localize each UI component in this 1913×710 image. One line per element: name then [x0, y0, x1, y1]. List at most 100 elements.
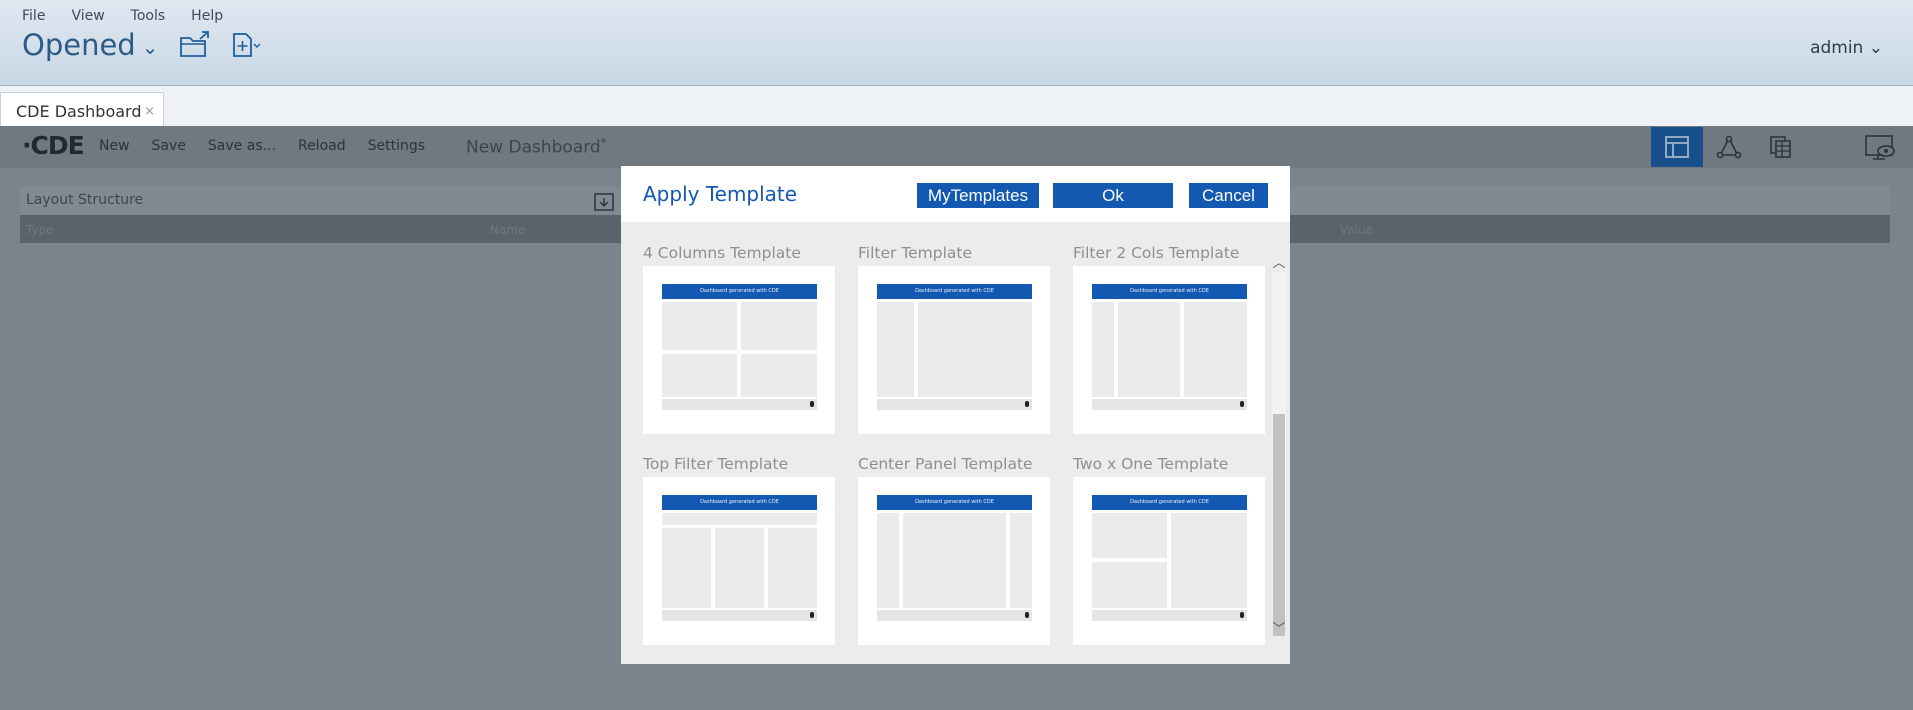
- template-item[interactable]: Top Filter Template Dashboard generated …: [643, 455, 835, 645]
- thumbnail-footer: [1092, 610, 1247, 621]
- layout-structure-title: Layout Structure: [26, 192, 144, 208]
- chevron-down-icon: ⌄: [141, 35, 159, 59]
- thumbnail-header: Dashboard generated with CDE: [1092, 284, 1247, 299]
- template-item[interactable]: 4 Columns Template Dashboard generated w…: [643, 244, 835, 434]
- ok-button[interactable]: Ok: [1053, 183, 1173, 208]
- template-thumbnail[interactable]: Dashboard generated with CDE: [858, 477, 1050, 645]
- thumbnail-block: [741, 354, 817, 397]
- template-name: Top Filter Template: [643, 455, 789, 473]
- gallery-scrollbar[interactable]: ︿ ﹀: [1272, 252, 1286, 637]
- thumbnail-block: [715, 528, 764, 608]
- template-item[interactable]: Center Panel Template Dashboard generate…: [858, 455, 1050, 645]
- thumbnail-preview: Dashboard generated with CDE: [1092, 284, 1247, 414]
- template-item[interactable]: Filter Template Dashboard generated with…: [858, 244, 1050, 434]
- apply-template-dialog: Apply Template MyTemplates Ok Cancel 4 C…: [621, 166, 1290, 664]
- thumbnail-block: [918, 302, 1032, 397]
- menu-file[interactable]: File: [22, 8, 45, 24]
- footer-icon: [1025, 401, 1029, 407]
- thumbnail-footer: [1092, 399, 1247, 410]
- template-gallery: 4 Columns Template Dashboard generated w…: [621, 222, 1290, 664]
- close-icon[interactable]: ×: [144, 104, 155, 119]
- menu-bar: File View Tools Help: [22, 8, 223, 24]
- thumbnail-header: Dashboard generated with CDE: [662, 284, 817, 299]
- thumbnail-block: [1184, 302, 1247, 397]
- thumbnail-block: [662, 528, 711, 608]
- template-thumbnail[interactable]: Dashboard generated with CDE: [858, 266, 1050, 434]
- settings-button[interactable]: Settings: [368, 138, 425, 154]
- footer-icon: [810, 612, 814, 618]
- new-file-icon[interactable]: [228, 30, 262, 60]
- thumbnail-block: [1010, 513, 1032, 608]
- username: admin: [1810, 38, 1864, 58]
- template-item[interactable]: Two x One Template Dashboard generated w…: [1073, 455, 1265, 645]
- menu-view[interactable]: View: [71, 8, 104, 24]
- thumbnail-footer: [662, 399, 817, 410]
- thumbnail-preview: Dashboard generated with CDE: [1092, 495, 1247, 625]
- tab-cde-dashboard[interactable]: CDE Dashboard ×: [0, 92, 164, 126]
- opened-dropdown[interactable]: Opened ⌄: [22, 28, 158, 62]
- reload-button[interactable]: Reload: [298, 138, 346, 154]
- thumbnail-block: [662, 354, 737, 397]
- thumbnail-header: Dashboard generated with CDE: [662, 495, 817, 510]
- thumbnail-block: [1092, 562, 1167, 608]
- template-item[interactable]: Filter 2 Cols Template Dashboard generat…: [1073, 244, 1265, 434]
- top-header: File View Tools Help Opened ⌄ admin ⌄: [0, 0, 1913, 86]
- thumbnail-footer: [662, 610, 817, 621]
- column-name: Name: [490, 223, 526, 237]
- tab-label: CDE Dashboard: [16, 102, 142, 121]
- components-view-button[interactable]: [1703, 127, 1755, 167]
- thumbnail-header: Dashboard generated with CDE: [877, 495, 1032, 510]
- save-button[interactable]: Save: [152, 138, 186, 154]
- template-thumbnail[interactable]: Dashboard generated with CDE: [643, 266, 835, 434]
- chevron-down-icon: ⌄: [1868, 38, 1883, 58]
- thumbnail-block: [1118, 302, 1180, 397]
- open-folder-icon[interactable]: [178, 30, 212, 60]
- template-thumbnail[interactable]: Dashboard generated with CDE: [1073, 266, 1265, 434]
- thumbnail-header: Dashboard generated with CDE: [877, 284, 1032, 299]
- footer-icon: [1025, 612, 1029, 618]
- template-thumbnail[interactable]: Dashboard generated with CDE: [1073, 477, 1265, 645]
- footer-icon: [1240, 612, 1244, 618]
- menu-tools[interactable]: Tools: [131, 8, 166, 24]
- footer-icon: [810, 401, 814, 407]
- thumbnail-block: [877, 302, 914, 397]
- cde-menu: New Save Save as... Reload Settings: [99, 138, 425, 154]
- datasources-view-button[interactable]: [1755, 127, 1807, 167]
- thumbnail-preview: Dashboard generated with CDE: [662, 284, 817, 414]
- preview-icon: [1865, 135, 1895, 160]
- datasources-icon: [1770, 136, 1791, 158]
- thumbnail-header: Dashboard generated with CDE: [1092, 495, 1247, 510]
- user-menu[interactable]: admin ⌄: [1810, 38, 1883, 58]
- new-button[interactable]: New: [99, 138, 130, 154]
- save-as-button[interactable]: Save as...: [208, 138, 276, 154]
- header-toolbar: [178, 30, 262, 60]
- menu-help[interactable]: Help: [191, 8, 223, 24]
- thumbnail-block: [768, 528, 817, 608]
- layout-icon: [1665, 136, 1689, 158]
- column-type: Type: [26, 223, 54, 237]
- column-value: Value: [1340, 223, 1373, 237]
- dashboard-title: New Dashboard*: [466, 136, 606, 158]
- thumbnail-footer: [877, 399, 1032, 410]
- save-template-icon[interactable]: [594, 193, 614, 211]
- cde-toolbar: ·CDE New Save Save as... Reload Settings…: [0, 126, 1913, 168]
- mytemplates-button[interactable]: MyTemplates: [917, 183, 1039, 208]
- template-thumbnail[interactable]: Dashboard generated with CDE: [643, 477, 835, 645]
- scroll-down-icon[interactable]: ﹀: [1272, 618, 1286, 637]
- components-icon: [1716, 135, 1742, 159]
- scroll-up-icon[interactable]: ︿: [1272, 252, 1286, 271]
- preview-button[interactable]: [1854, 127, 1906, 167]
- thumbnail-block: [1092, 513, 1167, 558]
- layout-view-button[interactable]: [1651, 127, 1703, 167]
- scrollbar-thumb[interactable]: [1273, 414, 1285, 636]
- thumbnail-block: [662, 513, 817, 525]
- thumbnail-footer: [877, 610, 1032, 621]
- template-name: 4 Columns Template: [643, 244, 801, 262]
- dashboard-title-text: New Dashboard: [466, 137, 601, 158]
- thumbnail-block: [877, 513, 899, 608]
- opened-label: Opened: [22, 28, 136, 62]
- thumbnail-block: [1171, 513, 1247, 608]
- cancel-button[interactable]: Cancel: [1189, 183, 1268, 208]
- thumbnail-preview: Dashboard generated with CDE: [877, 495, 1032, 625]
- footer-icon: [1240, 401, 1244, 407]
